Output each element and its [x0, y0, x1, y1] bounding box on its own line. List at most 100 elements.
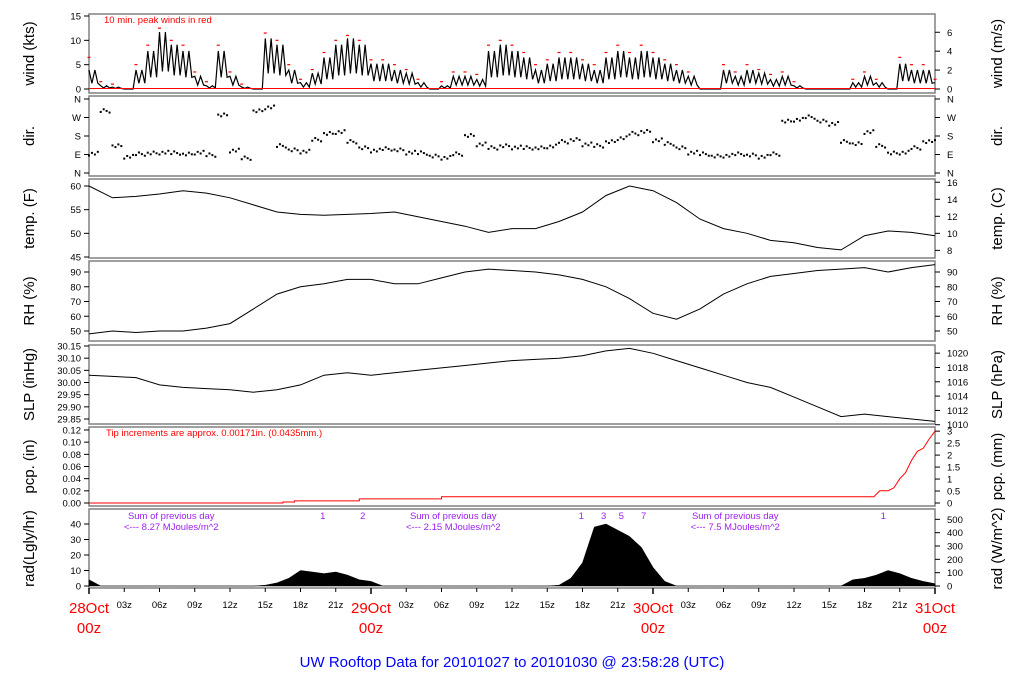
wind-annotation: 10 min. peak winds in red	[104, 15, 212, 26]
slp-right-tick-label: 1018	[947, 363, 968, 374]
dir-left-tick-label: E	[75, 150, 81, 161]
slp-right-axis-label: SLP (hPa)	[989, 350, 1006, 419]
x-tick-label: 03z	[399, 600, 415, 611]
dir-point	[825, 120, 828, 123]
dir-point	[740, 153, 743, 156]
dir-point	[508, 145, 511, 148]
dir-point	[722, 156, 725, 159]
rh-frame	[88, 260, 936, 342]
dir-point	[587, 144, 590, 147]
dir-point	[898, 153, 901, 156]
dir-point	[458, 153, 461, 156]
pcp-left-tick-label: 0.08	[63, 450, 82, 461]
dir-point	[728, 155, 731, 158]
dir-point	[135, 154, 137, 157]
dir-point	[176, 152, 179, 155]
dir-point	[293, 147, 296, 150]
dir-point	[746, 153, 748, 156]
dir-point	[737, 151, 740, 154]
pcp-left-tick-label: 0.06	[63, 462, 82, 473]
temp-right-tick-label: 14	[947, 195, 958, 206]
dir-point	[734, 154, 737, 157]
temp-left-tick-label: 45	[70, 253, 81, 264]
dir-point	[328, 131, 331, 134]
x-tick-label: 09z	[469, 600, 485, 611]
dir-point	[781, 119, 784, 122]
dir-point	[276, 145, 278, 148]
dir-point	[516, 147, 519, 150]
dir-left-tick-label: W	[72, 113, 81, 124]
dir-point	[372, 148, 375, 151]
x-tick-label: 18z	[293, 600, 309, 611]
dir-point	[452, 154, 455, 157]
rad-marker: 1	[579, 511, 584, 522]
dir-point	[787, 118, 790, 121]
dir-left-tick-label: S	[75, 132, 81, 143]
panel-wind: 0510150246wind (kts) wind (m/s)10 min. pe…	[21, 12, 1006, 96]
dir-point	[278, 143, 281, 146]
slp-left-tick-label: 29.90	[57, 402, 81, 413]
dir-point	[652, 141, 654, 144]
rad-left-tick-label: 20	[70, 551, 81, 562]
dir-point	[845, 140, 848, 143]
panels: 0510150246wind (kts) wind (m/s)10 min. pe…	[21, 12, 1006, 593]
dir-point	[422, 152, 425, 155]
rad-daily-sum-value: <--- 2.15 MJoules/m^2	[406, 522, 500, 533]
dir-point	[431, 156, 434, 159]
dir-point	[584, 142, 587, 145]
dir-point	[170, 153, 173, 156]
dir-point	[552, 146, 555, 149]
x-tick-label: 15z	[822, 600, 838, 611]
dir-point	[208, 152, 211, 155]
dir-point	[102, 108, 105, 111]
dir-point	[364, 145, 367, 148]
dir-point	[93, 153, 96, 156]
dir-point	[605, 140, 607, 143]
dir-point	[361, 148, 364, 151]
dir-point	[681, 145, 684, 148]
rad-right-tick-label: 200	[947, 555, 963, 566]
x-day-time: 00z	[641, 620, 665, 637]
dir-point	[731, 152, 734, 155]
rh-right-tick-label: 70	[947, 297, 958, 308]
x-tick-label: 12z	[786, 600, 802, 611]
pcp-right-tick-label: 0.5	[947, 487, 960, 498]
dir-point	[637, 134, 640, 137]
wind-left-tick-label: 5	[76, 60, 81, 71]
dir-point	[267, 105, 270, 108]
dir-frame	[88, 95, 936, 177]
dir-point	[158, 153, 161, 156]
dir-point	[590, 141, 593, 144]
rh-right-tick-label: 60	[947, 312, 958, 323]
dir-point	[596, 143, 599, 146]
dir-point	[816, 119, 819, 122]
dir-point	[863, 132, 866, 135]
dir-point	[132, 153, 135, 156]
dir-point	[255, 111, 258, 114]
dir-point	[325, 133, 328, 136]
rad-daily-sum-value: <--- 7.5 MJoules/m^2	[691, 522, 780, 533]
rh-right-tick-label: 80	[947, 282, 958, 293]
dir-point	[837, 121, 840, 124]
dir-point	[196, 150, 199, 153]
wind-right-axis-label: wind (m/s)	[989, 19, 1006, 89]
pcp-right-axis-label: pcp. (mm)	[989, 433, 1006, 501]
dir-point	[643, 131, 646, 134]
dir-point	[352, 140, 355, 143]
dir-point	[117, 143, 120, 146]
dir-point	[296, 149, 299, 152]
dir-point	[405, 153, 408, 156]
rh-right-tick-label: 50	[947, 327, 958, 338]
dir-point	[657, 140, 660, 143]
dir-point	[628, 133, 631, 136]
dir-point	[261, 110, 264, 113]
rad-left-axis-label: rad(Lgly/hr)	[21, 510, 38, 587]
dir-point	[543, 147, 546, 150]
dir-point	[205, 155, 208, 158]
dir-point	[519, 144, 522, 147]
dir-point	[146, 151, 149, 154]
temp-left-axis-label: temp. (F)	[21, 188, 38, 249]
rad-left-tick-label: 10	[70, 566, 81, 577]
dir-point	[487, 147, 490, 150]
dir-point	[760, 154, 763, 157]
